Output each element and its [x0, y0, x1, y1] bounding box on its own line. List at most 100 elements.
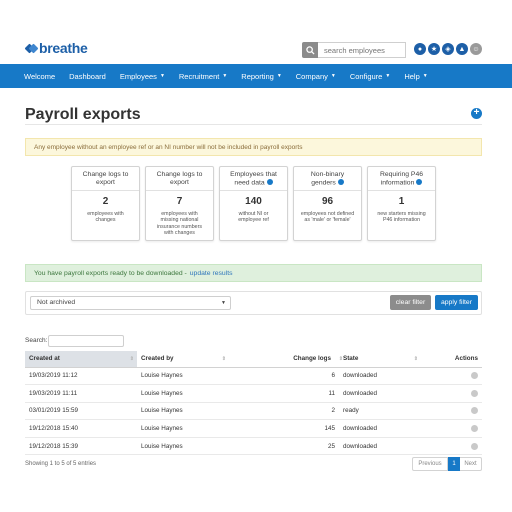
column-change-logs[interactable]: Change logs ⇕: [229, 351, 343, 368]
clear-filter-button[interactable]: clear filter: [390, 295, 431, 310]
logo-text: breathe: [39, 40, 88, 56]
cell-state: downloaded: [339, 437, 421, 456]
cell-created-by: Louise Haynes: [137, 367, 229, 386]
update-results-link[interactable]: update results: [190, 270, 233, 277]
main-nav: Welcome Dashboard Employees ▼ Recruitment…: [0, 64, 512, 88]
table-row: 19/12/2018 15:39 Louise Haynes 25 downlo…: [25, 437, 482, 456]
cell-created-at: 19/12/2018 15:39: [25, 437, 137, 456]
chevron-down-icon: ▼: [221, 300, 226, 306]
pagination-page-1[interactable]: 1: [448, 457, 460, 471]
arrow-right-circle-icon[interactable]: [266, 179, 273, 185]
cell-created-by: Louise Haynes: [137, 437, 229, 456]
nav-dashboard[interactable]: Dashboard: [69, 72, 106, 81]
cell-change-logs: 6: [229, 367, 339, 386]
card-title: Employees that need data: [220, 167, 287, 191]
cell-created-by: Louise Haynes: [137, 384, 229, 403]
cell-state: downloaded: [339, 367, 421, 386]
page-title: Payroll exports: [25, 106, 141, 123]
card-description: employees with changes: [87, 211, 124, 224]
column-created-at[interactable]: Created at ⇕: [25, 351, 137, 368]
cell-actions: [421, 384, 482, 403]
pagination-next[interactable]: Next: [460, 457, 482, 471]
bell-icon[interactable]: ▲: [456, 43, 468, 55]
table-info: Showing 1 to 5 of 5 entries: [25, 461, 97, 467]
arrow-right-circle-icon[interactable]: [337, 179, 344, 185]
table-search-input[interactable]: [48, 335, 124, 347]
search-employees-input[interactable]: [318, 42, 406, 58]
card-requiring-p46[interactable]: Requiring P46 information 1 new starters …: [367, 166, 436, 241]
card-description: without NI or employee ref: [238, 211, 269, 224]
table-row: 03/01/2019 15:59 Louise Haynes 2 ready: [25, 402, 482, 421]
card-title: Change logs to export: [72, 167, 139, 191]
cell-actions: [421, 367, 482, 386]
apply-filter-button[interactable]: apply filter: [435, 295, 478, 310]
pagination-previous[interactable]: Previous: [412, 457, 448, 471]
card-change-logs-employees[interactable]: Change logs to export 2 employees with cha…: [71, 166, 140, 241]
nav-company[interactable]: Company ▼: [296, 72, 336, 81]
download-icon[interactable]: [471, 389, 478, 397]
card-value: 96: [321, 196, 334, 207]
header-icons: ● ★ ◈ ▲ ☺: [414, 43, 482, 55]
cell-state: downloaded: [339, 384, 421, 403]
cell-change-logs: 25: [229, 437, 339, 456]
card-value: 1: [398, 196, 405, 207]
breathe-logo[interactable]: breathe: [24, 40, 88, 56]
column-state[interactable]: State ⇕: [339, 351, 421, 368]
star-icon[interactable]: ★: [428, 43, 440, 55]
success-alert: You have payroll exports ready to be dow…: [25, 264, 482, 282]
download-icon[interactable]: [471, 425, 478, 433]
archive-filter-select[interactable]: Not archived ▼: [30, 296, 231, 310]
cell-state: ready: [339, 402, 421, 421]
success-text: You have payroll exports ready to be dow…: [34, 269, 187, 277]
chat-icon[interactable]: ●: [414, 43, 426, 55]
warning-alert: Any employee without an employee ref or …: [25, 138, 482, 156]
cell-actions: [421, 402, 482, 421]
card-value: 2: [102, 196, 109, 207]
card-change-logs-missing-ni[interactable]: Change logs to export 7 employees with mis…: [145, 166, 214, 241]
nav-reporting[interactable]: Reporting ▼: [241, 72, 281, 81]
cell-created-at: 19/03/2019 11:11: [25, 384, 137, 403]
sort-icon: ⇕: [221, 356, 226, 362]
card-title: Requiring P46 information: [368, 167, 435, 191]
card-title: Non-binary genders: [294, 167, 361, 191]
sort-icon: ⇕: [413, 356, 418, 362]
nav-recruitment[interactable]: Recruitment ▼: [179, 72, 227, 81]
summary-cards: Change logs to export 2 employees with cha…: [71, 166, 436, 241]
table-row: 19/12/2018 15:40 Louise Haynes 145 downl…: [25, 419, 482, 438]
table-row: 19/03/2019 11:12 Louise Haynes 6 downloa…: [25, 367, 482, 386]
cell-state: downloaded: [339, 419, 421, 438]
card-value: 7: [176, 196, 183, 207]
card-title: Change logs to export: [146, 167, 213, 191]
card-description: employees with missing national insurance …: [156, 211, 203, 237]
title-divider: [25, 124, 482, 125]
arrow-right-circle-icon[interactable]: [416, 179, 423, 185]
column-created-by[interactable]: Created by ⇕: [137, 351, 229, 368]
search-icon[interactable]: [302, 42, 318, 58]
download-icon[interactable]: [471, 372, 478, 380]
chevron-down-icon: ▼: [422, 73, 428, 79]
lightbulb-icon[interactable]: ◈: [442, 43, 454, 55]
card-employees-need-data[interactable]: Employees that need data 140 without NI o…: [219, 166, 288, 241]
nav-employees[interactable]: Employees ▼: [120, 72, 165, 81]
card-non-binary-genders[interactable]: Non-binary genders 96 employees not defin…: [293, 166, 362, 241]
cell-created-by: Louise Haynes: [137, 402, 229, 421]
nav-configure[interactable]: Configure ▼: [350, 72, 390, 81]
nav-help[interactable]: Help ▼: [404, 72, 427, 81]
chevron-down-icon: ▼: [276, 73, 282, 79]
card-description: employees not defined as 'male' or 'femal…: [300, 211, 355, 224]
download-icon[interactable]: [471, 442, 478, 450]
pagination: Previous 1 Next: [412, 457, 482, 471]
chevron-down-icon: ▼: [159, 73, 165, 79]
cell-created-at: 19/03/2019 11:12: [25, 367, 137, 386]
column-actions: Actions: [421, 351, 482, 368]
table-search-label: Search:: [25, 337, 48, 344]
user-avatar-icon[interactable]: ☺: [470, 43, 482, 55]
nav-welcome[interactable]: Welcome: [24, 72, 55, 81]
download-icon[interactable]: [471, 407, 478, 415]
cell-change-logs: 11: [229, 384, 339, 403]
cell-change-logs: 145: [229, 419, 339, 438]
cell-actions: [421, 419, 482, 438]
add-export-button[interactable]: +: [471, 108, 482, 119]
cell-change-logs: 2: [229, 402, 339, 421]
cell-created-at: 03/01/2019 15:59: [25, 402, 137, 421]
